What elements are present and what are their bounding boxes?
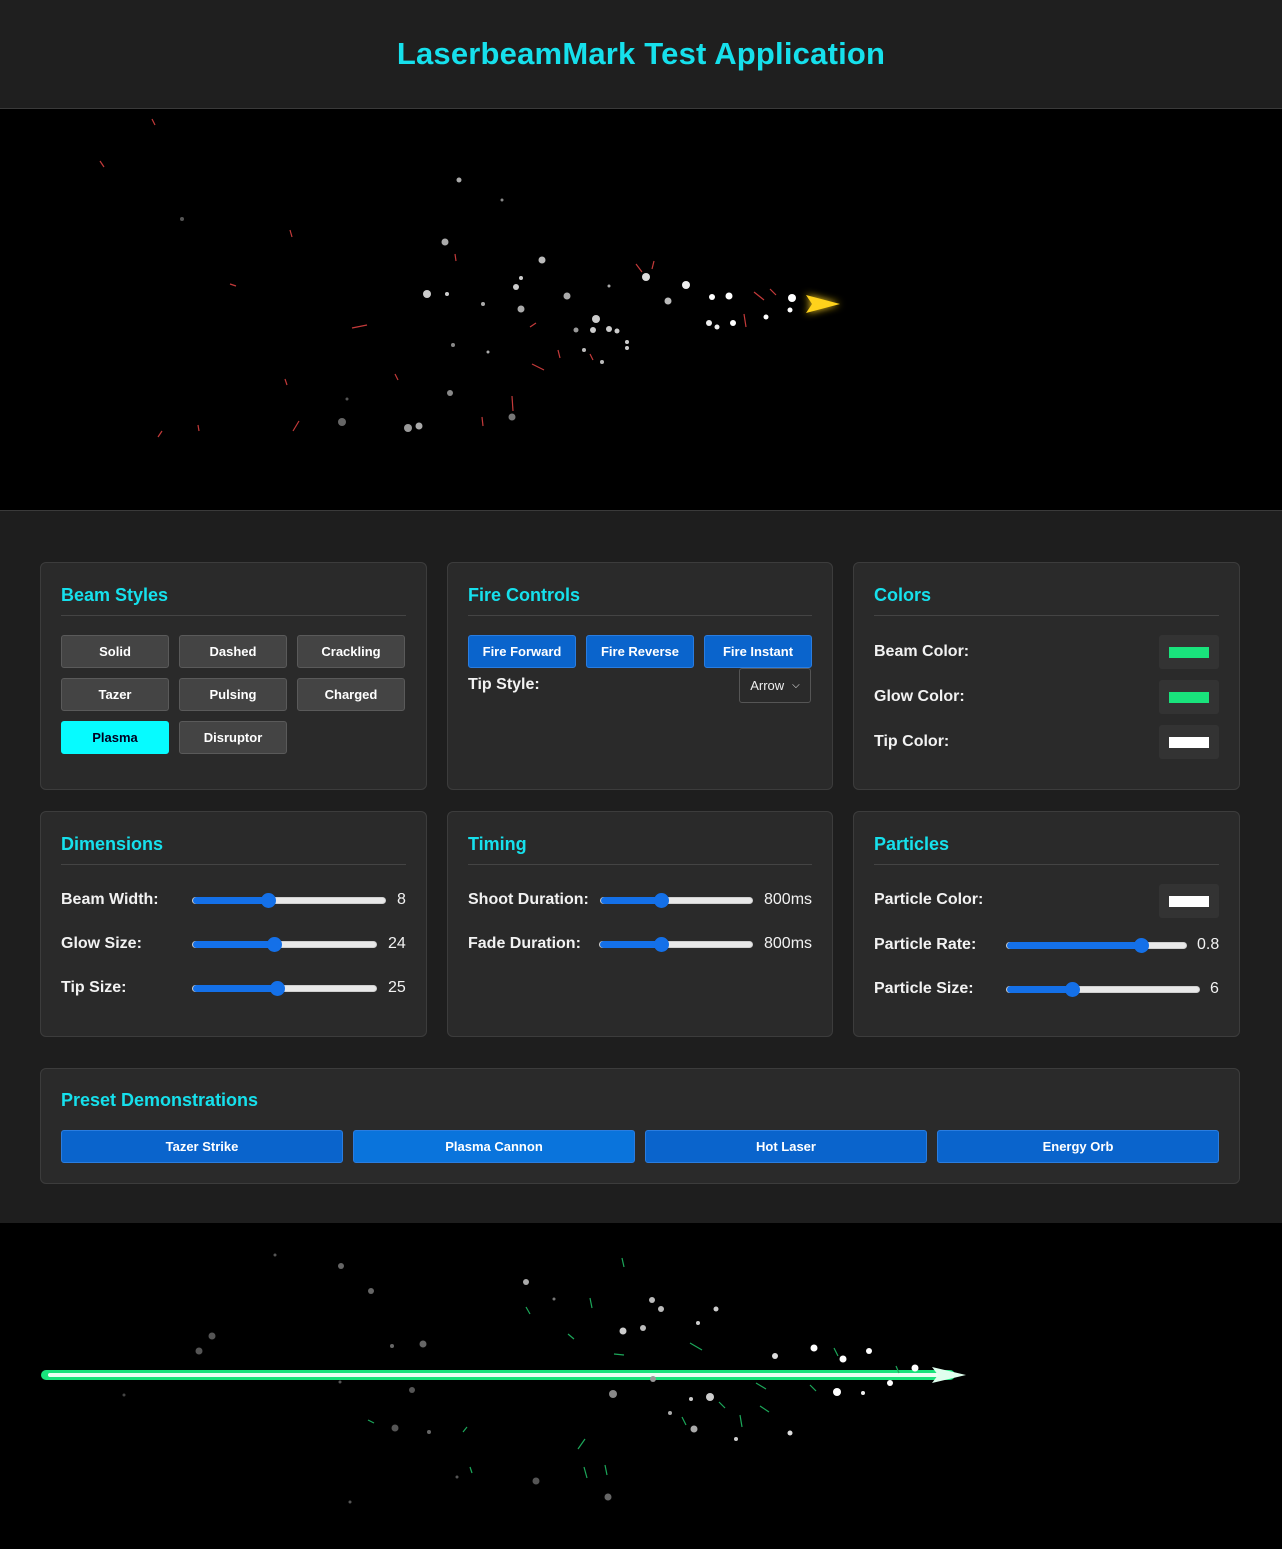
style-crackling-button[interactable]: Crackling bbox=[297, 635, 405, 668]
particle-rate-slider[interactable] bbox=[1006, 938, 1187, 953]
laser-canvas-bottom bbox=[36, 1253, 966, 1504]
chevron-down-icon: ⌵ bbox=[792, 680, 800, 691]
divider bbox=[61, 864, 406, 865]
glow-size-slider[interactable] bbox=[192, 937, 377, 952]
tip-color-label: Tip Color: bbox=[874, 733, 950, 750]
controls-area: Beam Styles Solid Dashed Crackling Tazer… bbox=[0, 511, 1282, 1223]
particles-panel: Particles Particle Color: Particle Rate:… bbox=[853, 811, 1240, 1037]
colors-title: Colors bbox=[874, 585, 932, 605]
tip-style-label: Tip Style: bbox=[468, 676, 540, 693]
particle-color-swatch bbox=[1169, 895, 1209, 907]
particle-size-value: 6 bbox=[1210, 980, 1219, 997]
colors-panel: Colors Beam Color: Glow Color: Tip Color… bbox=[853, 562, 1240, 790]
fire-instant-button[interactable]: Fire Instant bbox=[704, 635, 812, 668]
preset-energy-orb-button[interactable]: Energy Orb bbox=[937, 1130, 1219, 1163]
tip-size-value: 25 bbox=[388, 979, 406, 996]
presets-title: Preset Demonstrations bbox=[61, 1090, 259, 1110]
style-tazer-button[interactable]: Tazer bbox=[61, 678, 169, 711]
style-dashed-button[interactable]: Dashed bbox=[179, 635, 287, 668]
divider bbox=[61, 615, 406, 616]
glow-size-value: 24 bbox=[388, 935, 406, 952]
app-title: LaserbeamMark Test Application bbox=[396, 36, 886, 71]
slider-fill bbox=[193, 897, 268, 904]
slider-thumb[interactable] bbox=[653, 937, 669, 952]
beam-width-slider[interactable] bbox=[192, 893, 386, 908]
tip-size-slider[interactable] bbox=[192, 981, 377, 996]
tip-style-select[interactable]: Arrow ⌵ bbox=[739, 668, 811, 703]
fade-duration-slider[interactable] bbox=[599, 937, 753, 952]
shoot-duration-label: Shoot Duration: bbox=[468, 891, 589, 908]
divider bbox=[468, 615, 812, 616]
tip-style-value: Arrow bbox=[750, 678, 785, 693]
glow-color-label: Glow Color: bbox=[874, 688, 965, 705]
slider-thumb[interactable] bbox=[1065, 982, 1081, 997]
slider-thumb[interactable] bbox=[654, 893, 670, 908]
divider bbox=[874, 615, 1219, 616]
tip-size-label: Tip Size: bbox=[61, 979, 127, 996]
slider-fill bbox=[193, 941, 274, 948]
fire-reverse-button[interactable]: Fire Reverse bbox=[586, 635, 694, 668]
slider-fill bbox=[601, 897, 662, 904]
preset-plasma-cannon-button[interactable]: Plasma Cannon bbox=[353, 1130, 635, 1163]
dimensions-title: Dimensions bbox=[61, 834, 164, 854]
particle-size-label: Particle Size: bbox=[874, 980, 974, 997]
shoot-duration-value: 800ms bbox=[764, 891, 813, 908]
timing-panel: Timing Shoot Duration: 800ms Fade Durati… bbox=[447, 811, 833, 1037]
preset-hot-laser-button[interactable]: Hot Laser bbox=[645, 1130, 927, 1163]
slider-thumb[interactable] bbox=[1134, 938, 1150, 953]
fade-duration-value: 800ms bbox=[764, 935, 813, 952]
glow-color-swatch bbox=[1169, 691, 1209, 703]
particle-color-label: Particle Color: bbox=[874, 891, 984, 908]
beam-color-label: Beam Color: bbox=[874, 643, 970, 660]
beam-styles-title: Beam Styles bbox=[61, 585, 169, 605]
tip-color-swatch bbox=[1169, 736, 1209, 748]
fade-duration-label: Fade Duration: bbox=[468, 935, 581, 952]
app-header: LaserbeamMark Test Application bbox=[0, 0, 1282, 109]
laser-canvas-top bbox=[52, 118, 840, 438]
beam-color-swatch bbox=[1169, 646, 1209, 658]
slider-fill bbox=[1007, 986, 1073, 993]
divider bbox=[468, 864, 812, 865]
slider-thumb[interactable] bbox=[266, 937, 282, 952]
particles-title: Particles bbox=[874, 834, 950, 854]
slider-fill bbox=[1007, 942, 1142, 949]
style-solid-button[interactable]: Solid bbox=[61, 635, 169, 668]
particle-rate-value: 0.8 bbox=[1197, 936, 1220, 953]
spark-streaks bbox=[99, 118, 777, 438]
style-disruptor-button[interactable]: Disruptor bbox=[179, 721, 287, 754]
laser-stage-bottom[interactable] bbox=[0, 1223, 1282, 1549]
slider-thumb[interactable] bbox=[260, 893, 276, 908]
divider bbox=[874, 864, 1219, 865]
slider-fill bbox=[193, 985, 278, 992]
beam-width-label: Beam Width: bbox=[61, 891, 159, 908]
glow-size-label: Glow Size: bbox=[61, 935, 142, 952]
glow-color-picker[interactable] bbox=[1159, 680, 1219, 714]
presets-panel: Preset Demonstrations Tazer Strike Plasm… bbox=[40, 1068, 1240, 1184]
style-charged-button[interactable]: Charged bbox=[297, 678, 405, 711]
style-pulsing-button[interactable]: Pulsing bbox=[179, 678, 287, 711]
preset-tazer-strike-button[interactable]: Tazer Strike bbox=[61, 1130, 343, 1163]
particle-color-picker[interactable] bbox=[1159, 884, 1219, 918]
slider-thumb[interactable] bbox=[270, 981, 286, 996]
beam-width-value: 8 bbox=[397, 891, 406, 908]
timing-title: Timing bbox=[468, 834, 527, 854]
fire-controls-panel: Fire Controls Fire Forward Fire Reverse … bbox=[447, 562, 833, 790]
beam-color-picker[interactable] bbox=[1159, 635, 1219, 669]
fire-forward-button[interactable]: Fire Forward bbox=[468, 635, 576, 668]
style-plasma-button[interactable]: Plasma bbox=[61, 721, 169, 754]
tip-color-picker[interactable] bbox=[1159, 725, 1219, 759]
particle-rate-label: Particle Rate: bbox=[874, 936, 977, 953]
dimensions-panel: Dimensions Beam Width: 8 Glow Size: 24 T… bbox=[40, 811, 427, 1037]
shoot-duration-slider[interactable] bbox=[600, 893, 753, 908]
laser-stage-top[interactable] bbox=[0, 109, 1282, 511]
fire-controls-title: Fire Controls bbox=[468, 585, 581, 605]
slider-fill bbox=[600, 941, 661, 948]
beam-styles-panel: Beam Styles Solid Dashed Crackling Tazer… bbox=[40, 562, 427, 790]
particle-size-slider[interactable] bbox=[1006, 982, 1200, 997]
